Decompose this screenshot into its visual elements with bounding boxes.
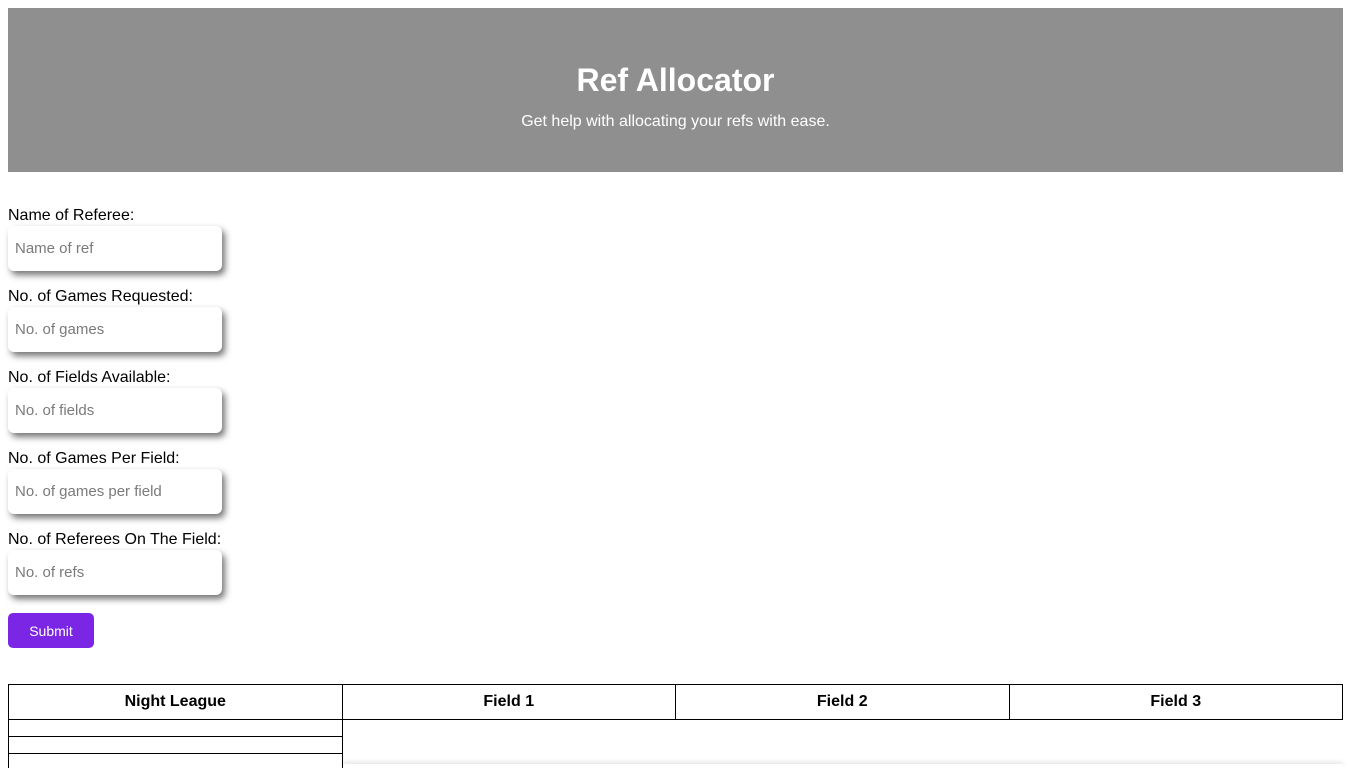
- referees-on-field-input[interactable]: [8, 550, 222, 595]
- column-header-field-1: Field 1: [341, 684, 676, 720]
- table-cell: [342, 737, 676, 754]
- table-cell: [676, 737, 1010, 754]
- table-cell: [8, 736, 343, 754]
- fields-available-label: No. of Fields Available:: [8, 369, 171, 386]
- table-cell: [1009, 737, 1343, 754]
- table-cell: [8, 719, 343, 737]
- page-subtitle: Get help with allocating your refs with …: [521, 113, 830, 130]
- fields-available-input[interactable]: [8, 388, 222, 433]
- table-cell: [8, 753, 343, 768]
- column-header-night-league: Night League: [8, 684, 343, 720]
- referees-on-field-field: No. of Referees On The Field:: [8, 530, 408, 611]
- referee-name-label: Name of Referee:: [8, 207, 135, 224]
- referees-on-field-label: No. of Referees On The Field:: [8, 531, 222, 548]
- table-cell: [342, 720, 676, 737]
- fields-available-field: No. of Fields Available:: [8, 368, 408, 449]
- referee-name-input[interactable]: [8, 226, 222, 271]
- games-requested-input[interactable]: [8, 307, 222, 352]
- games-per-field-field: No. of Games Per Field:: [8, 449, 408, 530]
- column-header-field-2: Field 2: [675, 684, 1010, 720]
- column-header-field-3: Field 3: [1008, 684, 1343, 720]
- referee-form: Name of Referee: No. of Games Requested:…: [8, 206, 408, 611]
- games-per-field-input[interactable]: [8, 469, 222, 514]
- table-shadow: [343, 764, 1343, 768]
- table-cell: [676, 720, 1010, 737]
- table-header-row: Night League Field 1 Field 2 Field 3: [8, 684, 1343, 720]
- table-row: [8, 736, 1343, 754]
- table-row: [8, 719, 1343, 737]
- page: Ref Allocator Get help with allocating y…: [0, 0, 1350, 768]
- page-title: Ref Allocator: [576, 62, 775, 98]
- games-per-field-label: No. of Games Per Field:: [8, 450, 180, 467]
- header-banner: Ref Allocator Get help with allocating y…: [8, 8, 1343, 172]
- schedule-table: Night League Field 1 Field 2 Field 3: [8, 684, 1343, 768]
- table-cell: [1009, 720, 1343, 737]
- submit-button[interactable]: Submit: [8, 613, 94, 648]
- games-requested-field: No. of Games Requested:: [8, 287, 408, 368]
- referee-name-field: Name of Referee:: [8, 206, 408, 287]
- games-requested-label: No. of Games Requested:: [8, 288, 193, 305]
